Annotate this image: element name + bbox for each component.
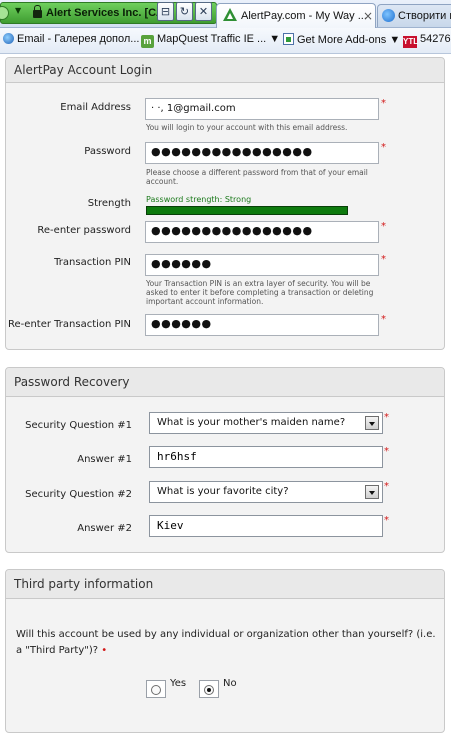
compatibility-view-button[interactable]: ⊟ xyxy=(157,2,174,21)
email-field[interactable]: · ·, 1@gmail.com xyxy=(145,98,379,120)
security-question-2-select[interactable]: What is your favorite city? xyxy=(149,481,383,503)
compat-icon: ⊟ xyxy=(160,5,171,18)
panel-header: Password Recovery xyxy=(6,368,444,397)
radio-yes-label: Yes xyxy=(170,678,187,689)
security-question-1-select[interactable]: What is your mother's maiden name? xyxy=(149,412,383,434)
panel-header: AlertPay Account Login xyxy=(6,58,444,83)
account-login-panel: AlertPay Account Login Email Address · ·… xyxy=(5,57,445,350)
panel-title: AlertPay Account Login xyxy=(14,63,153,77)
required-marker: * xyxy=(384,446,389,457)
tab-other[interactable]: Створити в xyxy=(377,4,451,27)
stop-button[interactable]: ✕ xyxy=(195,2,212,21)
reenter-password-field[interactable]: ●●●●●●●●●●●●●●●● xyxy=(145,221,379,243)
chevron-down-icon[interactable] xyxy=(365,485,379,499)
refresh-icon: ↻ xyxy=(179,5,190,18)
security-question-2-value: What is your favorite city? xyxy=(157,486,289,497)
refresh-button[interactable]: ↻ xyxy=(176,2,193,21)
required-marker: * xyxy=(381,221,386,232)
email-value: · ·, 1@gmail.com xyxy=(151,103,236,114)
required-marker: * xyxy=(381,98,386,109)
strength-meter xyxy=(146,206,348,215)
security-question-1-value: What is your mother's maiden name? xyxy=(157,417,346,428)
transaction-pin-hint: Your Transaction PIN is an extra layer o… xyxy=(146,279,374,306)
favorites-bar: Email - Галерея допол... m MapQuest Traff… xyxy=(0,28,451,54)
back-button[interactable] xyxy=(0,6,9,20)
security-question-2-label: Security Question #2 xyxy=(25,489,132,500)
password-field[interactable]: ●●●●●●●●●●●●●●●● xyxy=(145,142,379,164)
tab-alertpay[interactable]: AlertPay.com - My Way ... × xyxy=(216,3,376,28)
chevron-down-icon[interactable] xyxy=(365,416,379,430)
answer-1-field[interactable]: hr6hsf xyxy=(149,446,383,468)
ytl-icon: YTL xyxy=(403,36,419,48)
strength-label: Strength xyxy=(87,198,131,209)
password-recovery-panel: Password Recovery Security Question #1 W… xyxy=(5,367,445,553)
favorite-label: 542769 xyxy=(420,33,451,45)
ie-icon xyxy=(3,33,14,44)
transaction-pin-field[interactable]: ●●●●●● xyxy=(145,254,379,276)
ie-icon xyxy=(382,9,395,22)
reenter-password-value: ●●●●●●●●●●●●●●●● xyxy=(151,224,313,237)
answer-2-value: Kiev xyxy=(157,519,184,532)
strength-bar xyxy=(146,206,348,215)
third-party-no-option[interactable] xyxy=(199,680,219,698)
email-label: Email Address xyxy=(60,102,131,113)
panel-title: Password Recovery xyxy=(14,375,130,389)
required-marker: * xyxy=(384,481,389,492)
browser-tab-bar: ▼ Alert Services Inc. [CA] ⊟ ↻ ✕ AlertPa… xyxy=(0,0,451,28)
answer-2-label: Answer #2 xyxy=(77,523,132,534)
third-party-question-text: Will this account be used by any individ… xyxy=(16,629,436,656)
required-marker: * xyxy=(384,515,389,526)
reenter-pin-value: ●●●●●● xyxy=(151,317,212,330)
answer-1-label: Answer #1 xyxy=(77,454,132,465)
transaction-pin-value: ●●●●●● xyxy=(151,257,212,270)
required-marker: * xyxy=(384,412,389,423)
third-party-panel: Third party information Will this accoun… xyxy=(5,569,445,733)
password-value: ●●●●●●●●●●●●●●●● xyxy=(151,145,313,158)
favorite-get-addons[interactable]: Get More Add-ons ▼ xyxy=(283,33,400,46)
required-marker: * xyxy=(381,254,386,265)
security-label: Alert Services Inc. [CA] xyxy=(46,7,168,19)
strength-text: Password strength: Strong xyxy=(146,195,252,204)
required-marker: * xyxy=(381,314,386,325)
email-hint: You will login to your account with this… xyxy=(146,123,348,132)
reenter-pin-label: Re-enter Transaction PIN xyxy=(8,319,131,330)
favorite-mapquest[interactable]: m MapQuest Traffic IE ... ▼ xyxy=(141,33,280,48)
radio-no[interactable] xyxy=(204,685,214,695)
third-party-question: Will this account be used by any individ… xyxy=(16,627,436,659)
transaction-pin-label: Transaction PIN xyxy=(54,257,131,268)
favorite-label: Get More Add-ons ▼ xyxy=(297,34,401,46)
favorite-label: MapQuest Traffic IE ... ▼ xyxy=(157,33,281,45)
required-marker: • xyxy=(101,645,108,656)
favorite-ytl[interactable]: YTL542769 xyxy=(403,33,451,48)
answer-1-value: hr6hsf xyxy=(157,450,197,463)
page-icon xyxy=(283,33,294,45)
tab-title: AlertPay.com - My Way ... xyxy=(241,10,367,22)
favorite-label: Email - Галерея допол... xyxy=(17,33,140,45)
radio-yes[interactable] xyxy=(151,685,161,695)
favorite-email-gallery[interactable]: Email - Галерея допол... xyxy=(3,33,139,45)
lock-icon xyxy=(33,5,42,18)
radio-no-label: No xyxy=(223,678,237,689)
tab-title: Створити в xyxy=(398,10,451,22)
panel-header: Third party information xyxy=(6,570,444,599)
tab-close-icon[interactable]: × xyxy=(363,9,373,23)
security-question-1-label: Security Question #1 xyxy=(25,420,132,431)
stop-icon: ✕ xyxy=(198,5,209,18)
third-party-yes-option[interactable] xyxy=(146,680,166,698)
password-hint: Please choose a different password from … xyxy=(146,168,368,186)
password-label: Password xyxy=(84,146,131,157)
dropdown-arrow-icon[interactable]: ▼ xyxy=(15,6,21,15)
reenter-password-label: Re-enter password xyxy=(37,225,131,236)
answer-2-field[interactable]: Kiev xyxy=(149,515,383,537)
alertpay-favicon-icon xyxy=(223,8,237,21)
required-marker: * xyxy=(381,142,386,153)
panel-title: Third party information xyxy=(14,577,154,591)
mapquest-icon: m xyxy=(141,35,154,48)
reenter-pin-field[interactable]: ●●●●●● xyxy=(145,314,379,336)
